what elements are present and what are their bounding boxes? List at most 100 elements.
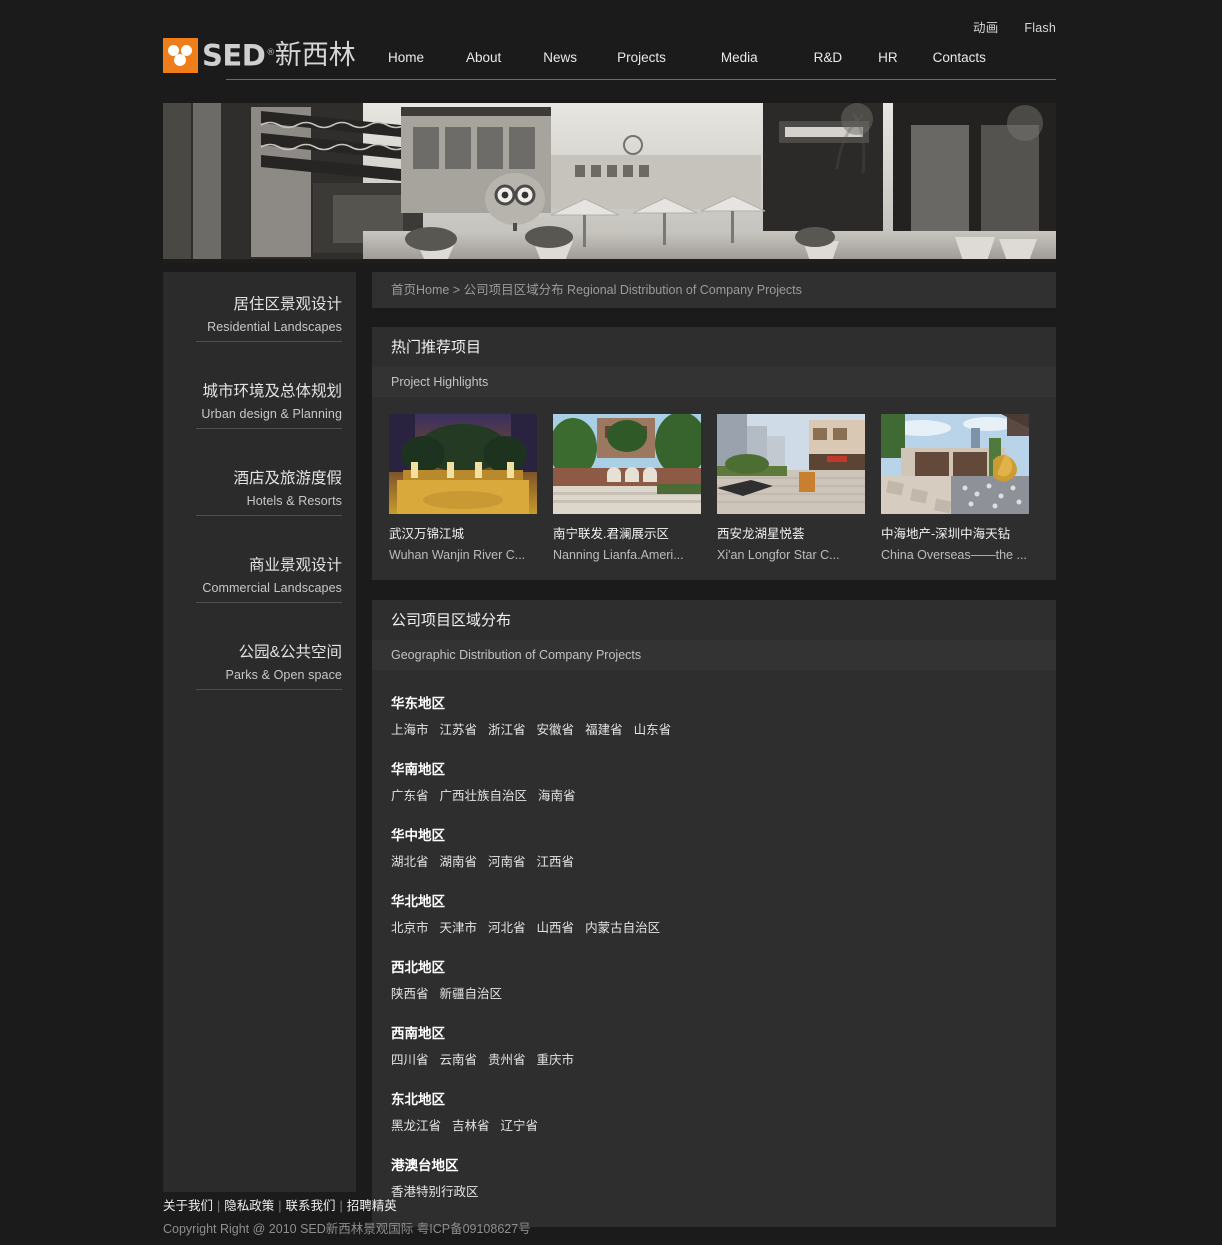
region-provinces: 湖北省 湖南省 河南省 江西省 [391, 853, 1056, 871]
logo-text-sed: SED® [202, 38, 275, 73]
project-thumbnail-image[interactable] [553, 414, 701, 514]
main-content: 首页Home > 公司项目区域分布 Regional Distribution … [372, 272, 1056, 1245]
nav-item-hr[interactable]: HR [878, 50, 898, 71]
region-provinces: 北京市 天津市 河北省 山西省 内蒙古自治区 [391, 919, 1056, 937]
province-link[interactable]: 浙江省 [488, 723, 526, 737]
province-link[interactable]: 湖北省 [391, 855, 429, 869]
page-root: 动画 Flash SED® 新西林 Home About News Projec… [0, 0, 1222, 1245]
nav-item-media[interactable]: Media [721, 50, 758, 71]
project-card[interactable]: 西安龙湖星悦荟 Xi'an Longfor Star C... [717, 414, 865, 564]
flash-link[interactable]: Flash [1024, 21, 1056, 35]
region-provinces: 四川省 云南省 贵州省 重庆市 [391, 1051, 1056, 1069]
sidebar-divider [196, 341, 342, 342]
footer-link-about-us[interactable]: 关于我们 [163, 1199, 213, 1213]
sidebar-item-commercial-landscapes[interactable]: 商业景观设计 Commercial Landscapes [163, 554, 356, 603]
project-thumbnail-image[interactable] [389, 414, 537, 514]
province-link[interactable]: 湖南省 [440, 855, 478, 869]
province-link[interactable]: 云南省 [440, 1053, 478, 1067]
logo-text-cn: 新西林 [274, 39, 356, 70]
province-link[interactable]: 吉林省 [452, 1119, 490, 1133]
sidebar-item-label-cn: 居住区景观设计 [233, 296, 342, 313]
province-link[interactable]: 广西壮族自治区 [440, 789, 528, 803]
province-link[interactable]: 江苏省 [440, 723, 478, 737]
project-thumbnail-image[interactable] [717, 414, 865, 514]
sidebar-item-label-cn: 商业景观设计 [248, 557, 342, 574]
footer-copyright: Copyright Right @ 2010 SED新西林景观国际 粤ICP备0… [163, 1222, 531, 1236]
region-name: 西南地区 [391, 1026, 445, 1041]
province-link[interactable]: 重庆市 [537, 1053, 575, 1067]
sidebar-item-residential-landscapes[interactable]: 居住区景观设计 Residential Landscapes [163, 293, 356, 342]
project-title-cn: 西安龙湖星悦荟 [717, 527, 805, 541]
nav-item-rd[interactable]: R&D [814, 50, 843, 71]
highlights-title-cn: 热门推荐项目 [391, 339, 482, 356]
sidebar-item-label-cn: 公园&公共空间 [238, 644, 342, 661]
highlights-thumbnail-row: 武汉万锦江城 Wuhan Wanjin River C... 南宁联发.君澜展示… [372, 397, 1056, 580]
category-sidebar: 居住区景观设计 Residential Landscapes 城市环境及总体规划… [163, 272, 356, 1192]
project-thumbnail-image[interactable] [881, 414, 1029, 514]
footer-separator: | [278, 1199, 282, 1213]
province-link[interactable]: 上海市 [391, 723, 429, 737]
province-link[interactable]: 天津市 [440, 921, 478, 935]
province-link[interactable]: 江西省 [537, 855, 575, 869]
province-link[interactable]: 广东省 [391, 789, 429, 803]
province-link[interactable]: 辽宁省 [501, 1119, 539, 1133]
project-card[interactable]: 南宁联发.君澜展示区 Nanning Lianfa.Ameri... [553, 414, 701, 564]
province-link[interactable]: 山西省 [537, 921, 575, 935]
sidebar-item-label-cn: 酒店及旅游度假 [233, 470, 342, 487]
region-name: 西北地区 [391, 960, 445, 975]
province-link[interactable]: 四川省 [391, 1053, 429, 1067]
breadcrumb: 首页Home > 公司项目区域分布 Regional Distribution … [372, 272, 1056, 308]
province-link[interactable]: 贵州省 [488, 1053, 526, 1067]
region-name: 华南地区 [391, 762, 445, 777]
footer-link-careers[interactable]: 招聘精英 [347, 1199, 397, 1213]
region-list: 华东地区 上海市 江苏省 浙江省 安徽省 福建省 山东省 华南地区 广东省 广西壮族自治区海… [372, 670, 1056, 1227]
region-group: 华南地区 广东省 广西壮族自治区 海南省 [391, 760, 1056, 805]
region-group: 港澳台地区 香港特别行政区 [391, 1156, 1056, 1201]
province-link[interactable]: 黑龙江省 [391, 1119, 441, 1133]
province-link[interactable]: 新疆自治区 [440, 987, 503, 1001]
distribution-title-cn: 公司项目区域分布 [391, 612, 512, 629]
sidebar-item-urban-design-planning[interactable]: 城市环境及总体规划 Urban design & Planning [163, 380, 356, 429]
province-link[interactable]: 山东省 [634, 723, 672, 737]
project-title-en: Nanning Lianfa.Ameri... [553, 548, 684, 562]
site-logo[interactable]: SED® 新西林 [163, 37, 356, 73]
sidebar-item-label-en: Residential Landscapes [207, 320, 342, 334]
region-name: 华东地区 [391, 696, 445, 711]
province-link[interactable]: 内蒙古自治区 [585, 921, 660, 935]
province-link[interactable]: 河南省 [488, 855, 526, 869]
nav-item-home[interactable]: Home [388, 50, 424, 71]
project-title-en: China Overseas——the ... [881, 548, 1027, 562]
footer-links: 关于我们 | 隐私政策 | 联系我们 | 招聘精英 [163, 1196, 1056, 1216]
sidebar-item-label-cn: 城市环境及总体规划 [202, 383, 342, 400]
footer-link-privacy-policy[interactable]: 隐私政策 [224, 1199, 274, 1213]
region-provinces: 广东省 广西壮族自治区 海南省 [391, 787, 1056, 805]
region-group: 西北地区 陕西省 新疆自治区 [391, 958, 1056, 1003]
sidebar-divider [196, 602, 342, 603]
nav-item-news[interactable]: News [543, 50, 577, 71]
province-link[interactable]: 河北省 [488, 921, 526, 935]
region-name: 东北地区 [391, 1092, 445, 1107]
province-link[interactable]: 海南省 [538, 789, 576, 803]
footer-link-contact-us[interactable]: 联系我们 [286, 1199, 336, 1213]
project-title-en: Xi'an Longfor Star C... [717, 548, 840, 562]
nav-item-projects[interactable]: Projects [617, 50, 666, 71]
site-footer: 关于我们 | 隐私政策 | 联系我们 | 招聘精英 Copyright Right @ 20… [163, 1196, 1056, 1240]
project-card[interactable]: 中海地产-深圳中海天钻 China Overseas——the ... [881, 414, 1029, 564]
nav-item-contacts[interactable]: Contacts [933, 50, 986, 71]
nav-item-about[interactable]: About [466, 50, 501, 71]
sidebar-item-parks-open-space[interactable]: 公园&公共空间 Parks & Open space [163, 641, 356, 690]
province-link[interactable]: 安徽省 [537, 723, 575, 737]
sidebar-item-hotels-resorts[interactable]: 酒店及旅游度假 Hotels & Resorts [163, 467, 356, 516]
sidebar-divider [196, 515, 342, 516]
geographic-distribution-panel: 公司项目区域分布 Geographic Distribution of Comp… [372, 600, 1056, 1227]
logo-flower-icon [163, 37, 198, 73]
project-card[interactable]: 武汉万锦江城 Wuhan Wanjin River C... [389, 414, 537, 564]
region-group: 华中地区 湖北省 湖南省 河南省 江西省 [391, 826, 1056, 871]
project-highlights-panel: 热门推荐项目 Project Highlights 武汉万锦江城 Wuhan W… [372, 327, 1056, 580]
site-header: SED® 新西林 Home About News Projects Media … [163, 34, 1056, 82]
nav-underline-rule [226, 79, 1056, 80]
region-group: 华北地区 北京市 天津市 河北省 山西省 内蒙古自治区 [391, 892, 1056, 937]
province-link[interactable]: 北京市 [391, 921, 429, 935]
province-link[interactable]: 福建省 [585, 723, 623, 737]
province-link[interactable]: 陕西省 [391, 987, 429, 1001]
